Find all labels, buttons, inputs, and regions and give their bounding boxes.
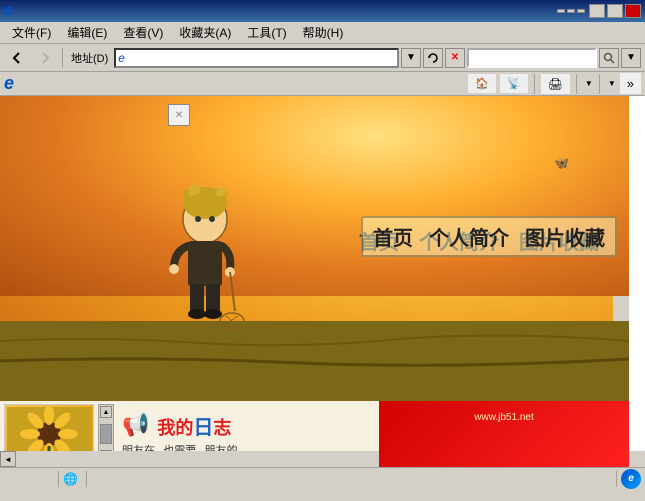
forward-button[interactable] [32,47,58,69]
diary-ri-label: 日 [193,417,213,439]
stop-button[interactable]: ✕ [445,48,465,68]
back-button[interactable] [4,47,30,69]
links-divider [534,74,535,94]
title-separator-button[interactable] [577,9,585,13]
window-controls [589,4,641,18]
content-area: 🦋 ✕ [0,96,645,467]
scroll-thumb-v [100,424,112,444]
sky-gradient [0,96,629,296]
lang-help-area [557,0,585,22]
nav-label-about[interactable]: 个人简介 [429,222,509,251]
menu-view[interactable]: 查看(V) [115,22,171,43]
menu-file[interactable]: 文件(F) [4,22,59,43]
expand-button[interactable]: » [620,73,641,94]
links-bar-right: 🏠 📡 🖨 ▼ ▼ » [468,73,641,94]
close-button[interactable] [625,4,641,18]
toolbar: 地址(D) e ▼ ✕ ▼ [0,44,645,72]
page-dropdown[interactable]: ▼ [583,79,593,88]
address-bar-wrap: 地址(D) e ▼ ✕ [67,48,465,68]
help-question-button[interactable] [567,9,575,13]
addr-ie-icon: e [118,51,125,65]
tools-dropdown[interactable]: ▼ [606,79,616,88]
lang-en-button[interactable] [557,9,565,13]
status-right-icons: e [612,469,641,489]
links-divider3 [599,74,600,94]
print-button[interactable]: 🖨 [541,74,570,94]
tools-chevron-icon: ▼ [608,79,616,88]
home-button[interactable]: 🏠 [468,74,496,93]
megaphone-icon: 📢 [122,412,149,438]
links-bar: e 🏠 📡 🖨 ▼ ▼ » [0,72,645,96]
address-label: 地址(D) [67,50,112,66]
watermark-overlay: www.jb51.net [379,401,629,467]
nav-box-inner: 首页 个人简介 图片收藏 [373,222,605,251]
boy-figure [160,181,250,341]
status-sep-1 [58,471,59,487]
status-bar: 🌐 e [0,467,645,489]
title-bar-left: e [4,2,17,20]
menu-edit[interactable]: 编辑(E) [59,22,115,43]
globe-icon: 🌐 [63,472,78,486]
search-dropdown-btn[interactable]: ▼ [621,48,641,68]
status-sep-2 [86,471,87,487]
menu-favorites[interactable]: 收藏夹(A) [171,22,239,43]
page-viewport: 🦋 ✕ [0,96,629,467]
refresh-button[interactable] [423,48,443,68]
scrollbar-corner [629,451,645,467]
ie-icon: e [4,73,14,94]
search-bar: ▼ [467,48,641,68]
scroll-left-arrow[interactable]: ◄ [0,451,16,467]
diary-zhi-label: 志 [213,418,231,438]
nav-label-photos[interactable]: 图片收藏 [525,222,605,251]
title-bar: e [0,0,645,22]
nav-box: 首页 个人简介 图片收藏 [361,216,617,257]
toolbar-divider-1 [62,48,63,68]
broken-image-indicator: ✕ [168,104,190,126]
address-box[interactable]: e [114,48,399,68]
diary-title-wrap: 我的日志 [157,411,231,440]
search-button[interactable] [599,48,619,68]
hero-section: 🦋 ✕ [0,96,629,401]
grass [0,321,629,401]
scroll-up-btn[interactable]: ▲ [100,406,112,418]
address-dropdown-btn[interactable]: ▼ [401,48,421,68]
broken-image-x: ✕ [175,110,183,121]
status-zone-area: 🌐 [63,471,608,487]
links-divider2 [576,74,577,94]
rss-button[interactable]: 📡 [500,74,528,93]
diary-wo-label: 我的 [157,418,193,438]
status-sep-3 [616,471,617,487]
nav-label-home[interactable]: 首页 [373,222,413,251]
watermark-sub: www.jb51.net [474,412,533,423]
search-input[interactable] [467,48,597,68]
menu-tools[interactable]: 工具(T) [239,22,294,43]
bird-icon: 🦋 [554,156,569,170]
ie-title-icon: e [4,2,13,20]
menu-help[interactable]: 帮助(H) [295,22,352,43]
menu-bar: 文件(F) 编辑(E) 查看(V) 收藏夹(A) 工具(T) 帮助(H) [0,22,645,44]
ie-status-logo: e [621,469,641,489]
minimize-button[interactable] [589,4,605,18]
maximize-button[interactable] [607,4,623,18]
page-chevron-icon: ▼ [585,79,593,88]
